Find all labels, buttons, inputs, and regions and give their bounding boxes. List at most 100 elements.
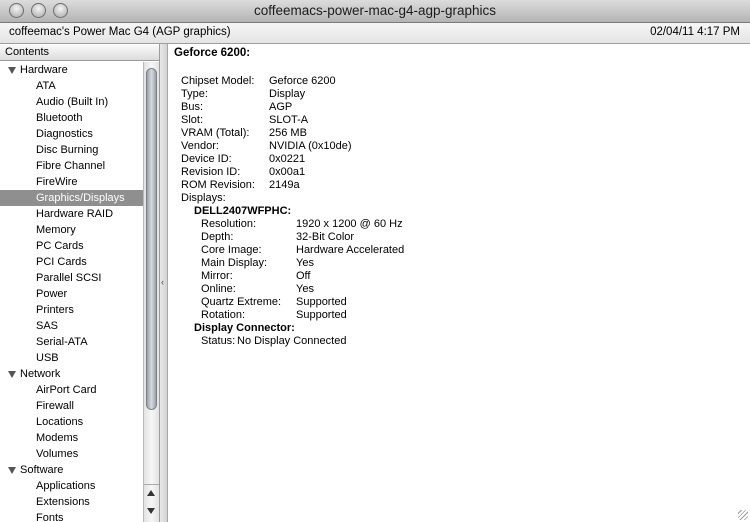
tree-group-hardware[interactable]: Hardware [0, 62, 143, 78]
tree-row-label: PCI Cards [36, 256, 87, 268]
field-key: Status: [201, 335, 236, 347]
field-value: 1920 x 1200 @ 60 Hz [296, 218, 403, 230]
tree-row-label: SAS [36, 320, 59, 332]
field-key: Device ID: [181, 153, 232, 165]
contents-header-label: Contents [5, 46, 50, 58]
tree-row-label: Diagnostics [36, 128, 93, 140]
tree-item-firewall[interactable]: Firewall [0, 398, 143, 414]
tree-group-network[interactable]: Network [0, 366, 143, 382]
tree-row-label: Fibre Channel [36, 160, 106, 172]
tree-row-label: Parallel SCSI [36, 272, 102, 284]
field-value: Yes [296, 257, 314, 269]
field-value: Supported [296, 296, 347, 308]
field-key: Bus: [181, 101, 204, 113]
tree-item-bluetooth[interactable]: Bluetooth [0, 110, 143, 126]
tree-row-label: Extensions [36, 496, 90, 508]
device-heading: Geforce 6200: [174, 47, 251, 59]
field-key: Main Display: [201, 257, 268, 269]
field-key: Revision ID: [181, 166, 241, 178]
tree-row-label: Locations [36, 416, 84, 428]
tree-item-graphics-displays[interactable]: Graphics/Displays [0, 190, 143, 206]
field-value: Off [296, 270, 311, 282]
disclosure-triangle-icon[interactable] [8, 67, 16, 74]
field-key: Chipset Model: [181, 75, 255, 87]
field-key: Depth: [201, 231, 234, 243]
tree-row-label: Hardware RAID [36, 208, 114, 220]
tree-item-ata[interactable]: ATA [0, 78, 143, 94]
contents-column-header[interactable]: Contents [0, 45, 159, 61]
tree-item-locations[interactable]: Locations [0, 414, 143, 430]
tree-item-extensions[interactable]: Extensions [0, 494, 143, 510]
tree-item-disc-burning[interactable]: Disc Burning [0, 142, 143, 158]
display-connector-name: Display Connector: [194, 322, 295, 334]
tree-row-label: USB [36, 352, 59, 364]
scroll-arrow-divider [144, 484, 159, 485]
sidebar-scrollbar[interactable] [143, 62, 159, 522]
contents-sidebar: Contents Hardware ATA Audio (Built In) B… [0, 44, 160, 522]
field-value: Display [269, 88, 306, 100]
tree-row-label: Disc Burning [36, 144, 99, 156]
tree-row-label: AirPort Card [36, 384, 97, 396]
tree-item-usb[interactable]: USB [0, 350, 143, 366]
field-key: Mirror: [201, 270, 233, 282]
tree-row-label: Hardware [20, 64, 68, 76]
tree-row-label: Graphics/Displays [36, 192, 125, 204]
tree-item-firewire[interactable]: FireWire [0, 174, 143, 190]
tree-row-label: Applications [36, 480, 96, 492]
field-key: VRAM (Total): [181, 127, 250, 139]
tree-item-hardware-raid[interactable]: Hardware RAID [0, 206, 143, 222]
title-bar: coffeemacs-power-mac-g4-agp-graphics [0, 0, 750, 23]
tree-row-label: ATA [36, 80, 56, 92]
tree-item-modems[interactable]: Modems [0, 430, 143, 446]
field-key: Vendor: [181, 140, 219, 152]
window-resize-grip-icon[interactable] [738, 510, 748, 520]
field-value: Geforce 6200 [269, 75, 336, 87]
field-value: 256 MB [269, 127, 307, 139]
pane-splitter[interactable]: ‹ [160, 44, 168, 522]
tree-row-label: Audio (Built In) [36, 96, 109, 108]
field-key: Core Image: [201, 244, 262, 256]
field-key: Displays: [181, 192, 226, 204]
tree-item-parallel-scsi[interactable]: Parallel SCSI [0, 270, 143, 286]
field-value: 32-Bit Color [296, 231, 355, 243]
field-value: SLOT-A [269, 114, 309, 126]
tree-item-fonts[interactable]: Fonts [0, 510, 143, 522]
tree-row-label: Printers [36, 304, 74, 316]
field-value: NVIDIA (0x10de) [269, 140, 352, 152]
tree-item-serial-ata[interactable]: Serial-ATA [0, 334, 143, 350]
field-key: ROM Revision: [181, 179, 255, 191]
machine-name: coffeemac's Power Mac G4 (AGP graphics) [9, 26, 231, 38]
tree-item-printers[interactable]: Printers [0, 302, 143, 318]
tree-item-volumes[interactable]: Volumes [0, 446, 143, 462]
field-key: Online: [201, 283, 236, 295]
display-name: DELL2407WFPHC: [194, 205, 292, 217]
splitter-grip-icon[interactable]: ‹ [161, 277, 164, 287]
field-value: Supported [296, 309, 347, 321]
tree-item-pc-cards[interactable]: PC Cards [0, 238, 143, 254]
scroll-up-arrow-icon[interactable] [147, 490, 155, 496]
tree-group-software[interactable]: Software [0, 462, 143, 478]
tree-row-label: Software [20, 464, 64, 476]
tree-item-airport-card[interactable]: AirPort Card [0, 382, 143, 398]
tree-row-label: Fonts [36, 512, 64, 522]
scrollbar-thumb[interactable] [146, 68, 157, 410]
tree-item-pci-cards[interactable]: PCI Cards [0, 254, 143, 270]
tree-item-memory[interactable]: Memory [0, 222, 143, 238]
field-key: Type: [181, 88, 208, 100]
disclosure-triangle-icon[interactable] [8, 467, 16, 474]
disclosure-triangle-icon[interactable] [8, 371, 16, 378]
tree-row-label: Bluetooth [36, 112, 83, 124]
report-datetime: 02/04/11 4:17 PM [650, 26, 740, 38]
field-value: Hardware Accelerated [296, 244, 405, 256]
tree-item-sas[interactable]: SAS [0, 318, 143, 334]
tree-row-label: Network [20, 368, 61, 380]
tree-item-power[interactable]: Power [0, 286, 143, 302]
field-key: Rotation: [201, 309, 246, 321]
tree-row-label: Volumes [36, 448, 79, 460]
tree-item-fibre-channel[interactable]: Fibre Channel [0, 158, 143, 174]
scroll-down-arrow-icon[interactable] [147, 508, 155, 514]
tree-item-audio[interactable]: Audio (Built In) [0, 94, 143, 110]
tree-item-applications[interactable]: Applications [0, 478, 143, 494]
tree-item-diagnostics[interactable]: Diagnostics [0, 126, 143, 142]
detail-pane: Geforce 6200: Chipset Model: Geforce 620… [169, 44, 750, 522]
